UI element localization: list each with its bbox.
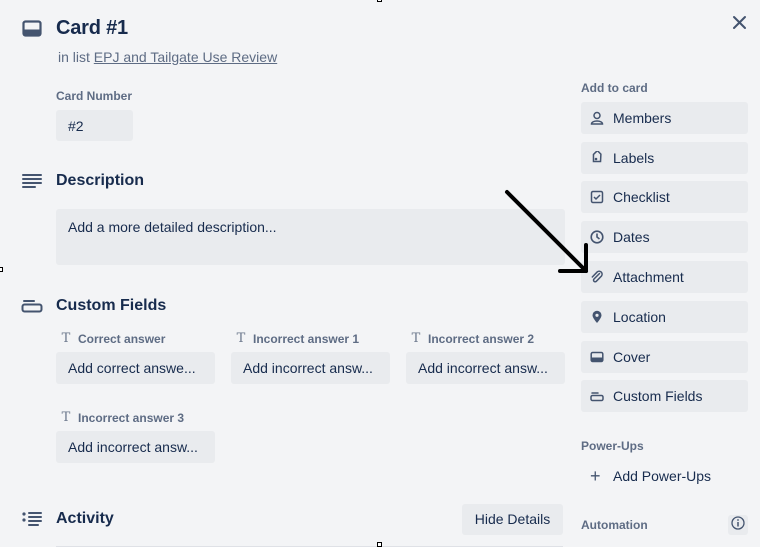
custom-field-incorrect-answer-2: T Incorrect answer 2 bbox=[411, 331, 534, 346]
custom-fields-title: Custom Fields bbox=[56, 297, 167, 314]
location-label: Location bbox=[613, 309, 666, 325]
power-ups-heading: Power-Ups bbox=[581, 439, 644, 453]
automation-info-button[interactable] bbox=[728, 515, 748, 535]
selection-handle-top[interactable] bbox=[377, 0, 382, 2]
info-icon bbox=[731, 515, 745, 535]
attachment-label: Attachment bbox=[613, 269, 684, 285]
card-number-label: Card Number bbox=[56, 89, 133, 103]
description-title: Description bbox=[56, 172, 145, 189]
add-to-card-heading: Add to card bbox=[581, 81, 648, 95]
checklist-label: Checklist bbox=[613, 189, 670, 205]
automation-heading: Automation bbox=[581, 518, 648, 532]
dates-label: Dates bbox=[613, 229, 650, 245]
text-field-icon: T bbox=[411, 331, 421, 346]
field-label: Correct answer bbox=[78, 331, 166, 346]
selection-handle-left[interactable] bbox=[0, 267, 3, 272]
field-label: Incorrect answer 1 bbox=[253, 331, 360, 346]
text-field-icon: T bbox=[61, 410, 71, 425]
annotation-arrow-icon bbox=[500, 185, 595, 285]
labels-label: Labels bbox=[613, 150, 655, 166]
description-input[interactable]: Add a more detailed description... bbox=[56, 209, 565, 265]
correct-answer-input[interactable]: Add correct answe... bbox=[56, 352, 215, 384]
plus-icon: + bbox=[590, 466, 601, 486]
close-icon bbox=[729, 16, 751, 38]
add-power-ups-label: Add Power-Ups bbox=[613, 468, 712, 484]
tag-icon bbox=[590, 151, 604, 165]
person-icon bbox=[590, 111, 604, 125]
hide-details-button[interactable]: Hide Details bbox=[462, 504, 563, 535]
list-link[interactable]: EPJ and Tailgate Use Review bbox=[94, 49, 277, 65]
incorrect-answer-1-input[interactable]: Add incorrect answ... bbox=[231, 352, 390, 384]
members-label: Members bbox=[613, 110, 672, 126]
card-title[interactable]: Card #1 bbox=[56, 17, 128, 40]
card-number-field[interactable]: #2 bbox=[56, 110, 133, 141]
location-pin-icon bbox=[590, 310, 604, 324]
field-label: Incorrect answer 2 bbox=[428, 331, 535, 346]
activity-icon bbox=[22, 511, 42, 527]
custom-field-correct-answer: T Correct answer bbox=[61, 331, 166, 346]
field-label: Incorrect answer 3 bbox=[78, 410, 185, 425]
dates-button[interactable]: Dates bbox=[581, 221, 748, 253]
custom-field-incorrect-answer-1: T Incorrect answer 1 bbox=[236, 331, 359, 346]
custom-fields-button[interactable]: Custom Fields bbox=[581, 380, 748, 412]
custom-fields-label: Custom Fields bbox=[613, 388, 703, 404]
cover-button[interactable]: Cover bbox=[581, 341, 748, 373]
activity-title: Activity bbox=[56, 510, 114, 527]
description-icon bbox=[22, 173, 42, 189]
members-button[interactable]: Members bbox=[581, 102, 748, 134]
text-field-icon: T bbox=[236, 331, 246, 346]
selection-handle-bottom[interactable] bbox=[377, 542, 382, 547]
custom-fields-icon bbox=[21, 299, 43, 313]
location-button[interactable]: Location bbox=[581, 301, 748, 333]
list-breadcrumb: in list EPJ and Tailgate Use Review bbox=[58, 49, 277, 65]
add-power-ups-button[interactable]: + Add Power-Ups bbox=[581, 460, 748, 492]
text-field-icon: T bbox=[61, 331, 71, 346]
checklist-button[interactable]: Checklist bbox=[581, 181, 748, 213]
labels-button[interactable]: Labels bbox=[581, 142, 748, 174]
custom-field-incorrect-answer-3: T Incorrect answer 3 bbox=[61, 410, 184, 425]
card-icon bbox=[22, 20, 42, 38]
custom-fields-icon bbox=[590, 389, 604, 403]
cover-label: Cover bbox=[613, 349, 651, 365]
cover-icon bbox=[590, 350, 604, 364]
in-list-prefix: in list bbox=[58, 49, 90, 65]
close-button[interactable] bbox=[729, 12, 751, 34]
attachment-button[interactable]: Attachment bbox=[581, 261, 748, 293]
incorrect-answer-3-input[interactable]: Add incorrect answ... bbox=[56, 431, 215, 463]
incorrect-answer-2-input[interactable]: Add incorrect answ... bbox=[406, 352, 565, 384]
